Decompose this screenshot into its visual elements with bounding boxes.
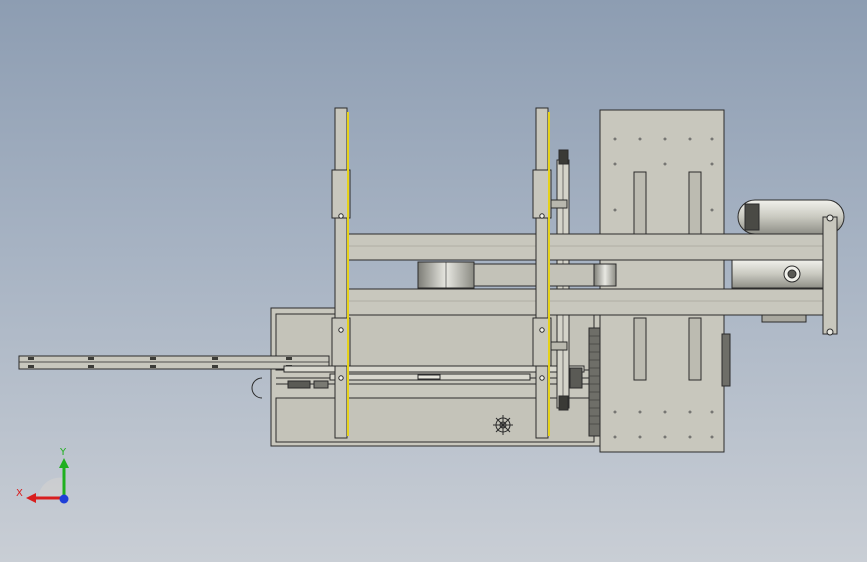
axis-triad: Y X bbox=[16, 447, 69, 504]
x-axis-label: X bbox=[16, 488, 23, 499]
z-axis-dot bbox=[59, 494, 69, 504]
y-axis-label: Y bbox=[59, 447, 67, 458]
cad-viewport[interactable]: Y X bbox=[0, 0, 867, 562]
